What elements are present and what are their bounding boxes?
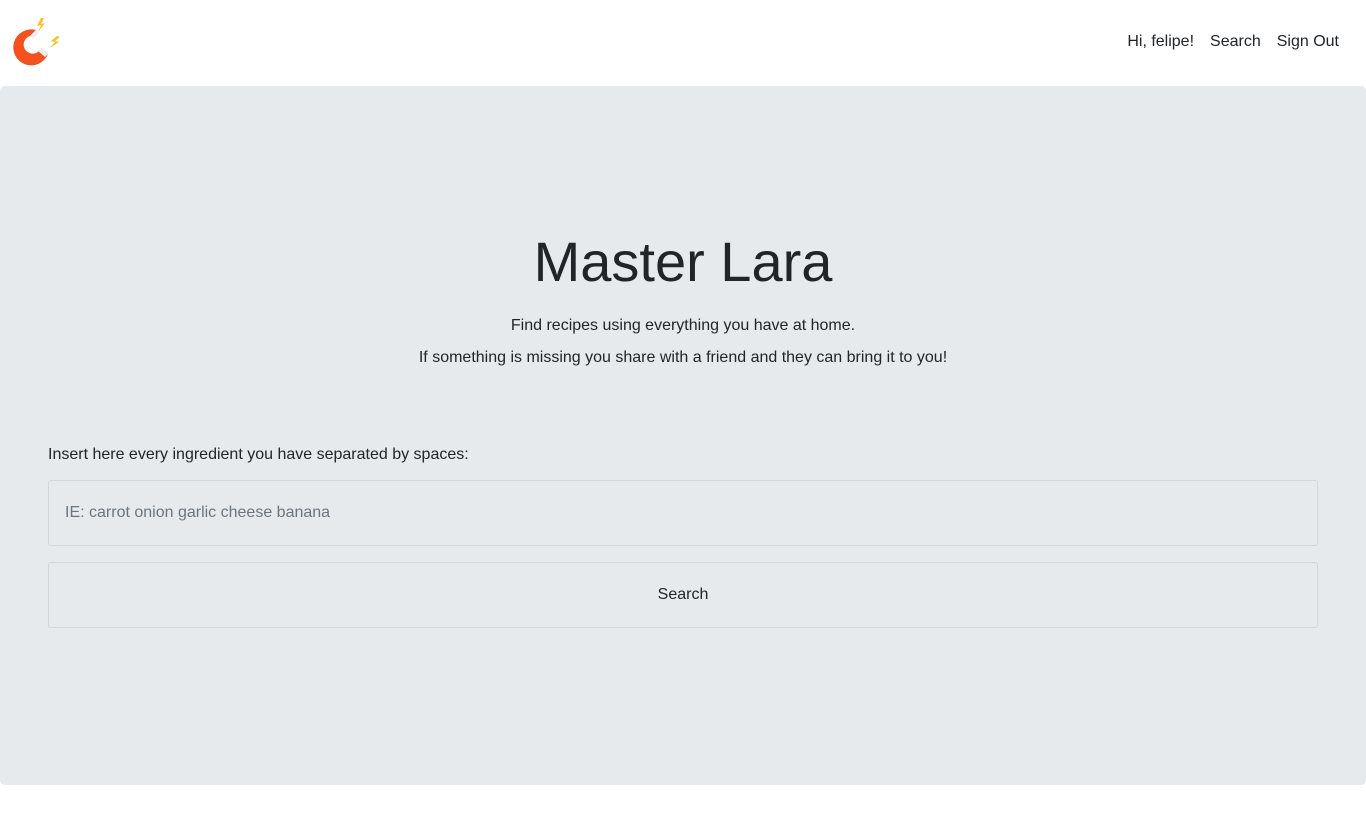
nav-signout-link[interactable]: Sign Out (1277, 31, 1339, 53)
navbar: Hi, felipe! Search Sign Out (0, 0, 1366, 86)
ingredients-label: Insert here every ingredient you have se… (48, 446, 469, 463)
page-title: Master Lara (533, 230, 833, 293)
hero-description-line-2: If something is missing you share with a… (418, 349, 948, 366)
magnet-icon[interactable] (8, 16, 62, 70)
nav-search-link[interactable]: Search (1210, 31, 1261, 53)
nav-links: Hi, felipe! Search Sign Out (1127, 31, 1339, 53)
search-button[interactable]: Search (48, 562, 1318, 628)
ingredients-input[interactable] (48, 480, 1318, 546)
hero-panel: Master Lara Find recipes using everythin… (0, 86, 1366, 785)
hero-description-line-1: Find recipes using everything you have a… (510, 317, 856, 334)
user-greeting: Hi, felipe! (1127, 33, 1195, 50)
